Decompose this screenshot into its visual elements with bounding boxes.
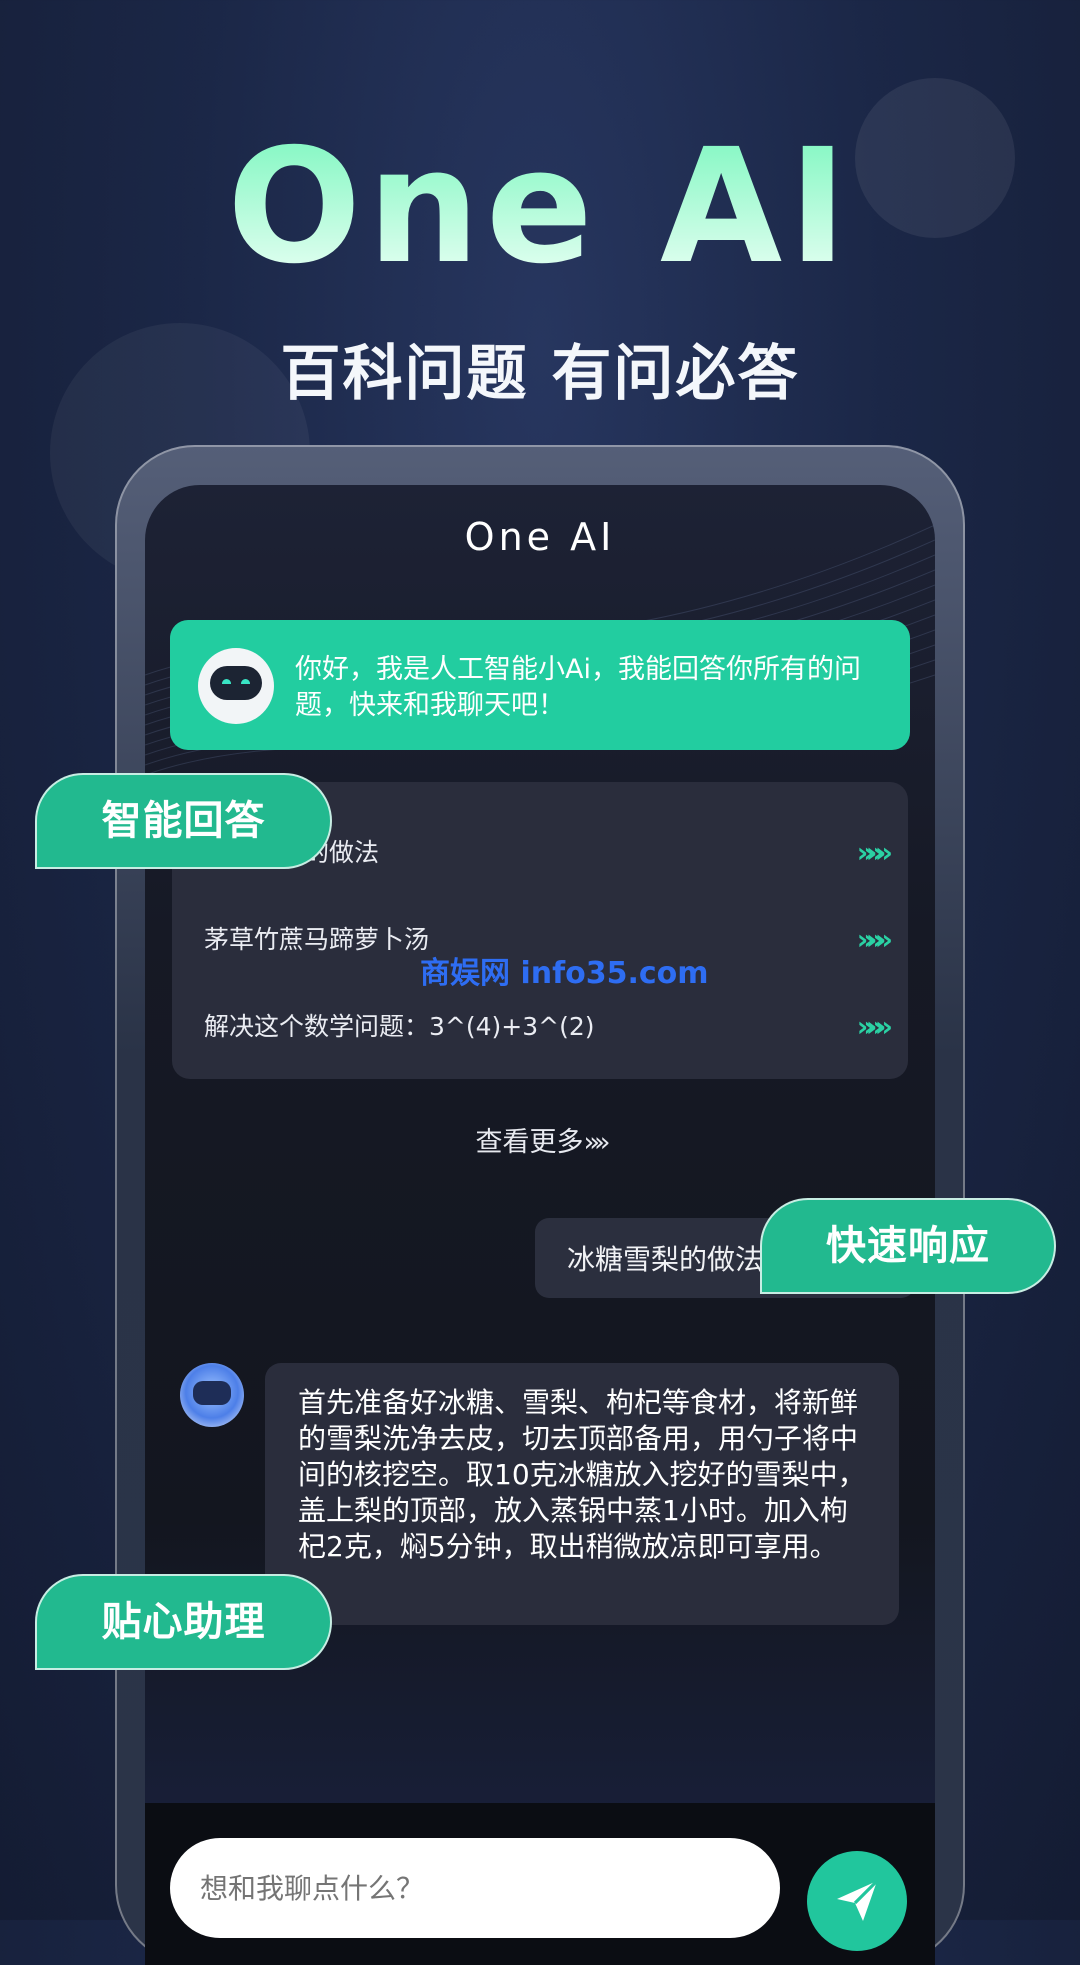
chevron-right-icon: »»» [856,836,893,869]
tag-assistant: 贴心助理 [35,1574,332,1670]
double-chevron-icon: »» [583,1127,610,1158]
chevron-right-icon: »»» [856,1010,893,1043]
greeting-banner: 你好，我是人工智能小Ai，我能回答你所有的问题，快来和我聊天吧！ [170,620,910,750]
tag-smart-answer: 智能回答 [35,773,332,869]
user-message-text: 冰糖雪梨的做法 [567,1243,764,1276]
send-icon [837,1879,879,1921]
tag-fast-response: 快速响应 [760,1198,1056,1294]
hero-subtitle: 百科问题 有问必答 [280,339,800,409]
watermark: 商娱网 info35.com [420,956,709,991]
chevron-right-icon: »»» [856,923,893,956]
suggestion-label: 茅草竹蔗马蹄萝卜汤 [204,925,430,954]
suggestion-label: 解决这个数学问题：3^(4)+3^(2) [204,1012,595,1041]
send-button[interactable] [807,1851,907,1951]
screen-title: One AI [464,515,616,559]
chat-input-bar [145,1803,935,1965]
answer-text: 首先准备好冰糖、雪梨、枸杞等食材，将新鲜的雪梨洗净去皮，切去顶部备用，用勺子将中… [298,1386,866,1563]
see-more-link[interactable]: 查看更多»» [145,1120,935,1159]
see-more-label: 查看更多 [475,1127,584,1158]
answer-bubble: 首先准备好冰糖、雪梨、枸杞等食材，将新鲜的雪梨洗净去皮，切去顶部备用，用勺子将中… [265,1363,899,1625]
robot-avatar-icon [180,1363,244,1427]
suggestion-item[interactable]: 解决这个数学问题：3^(4)+3^(2) »»» [204,1002,893,1052]
hero-title: One AI [0,128,1080,286]
robot-avatar-icon [198,648,274,724]
greeting-text: 你好，我是人工智能小Ai，我能回答你所有的问题，快来和我聊天吧！ [295,654,861,721]
chat-input[interactable] [170,1838,780,1938]
